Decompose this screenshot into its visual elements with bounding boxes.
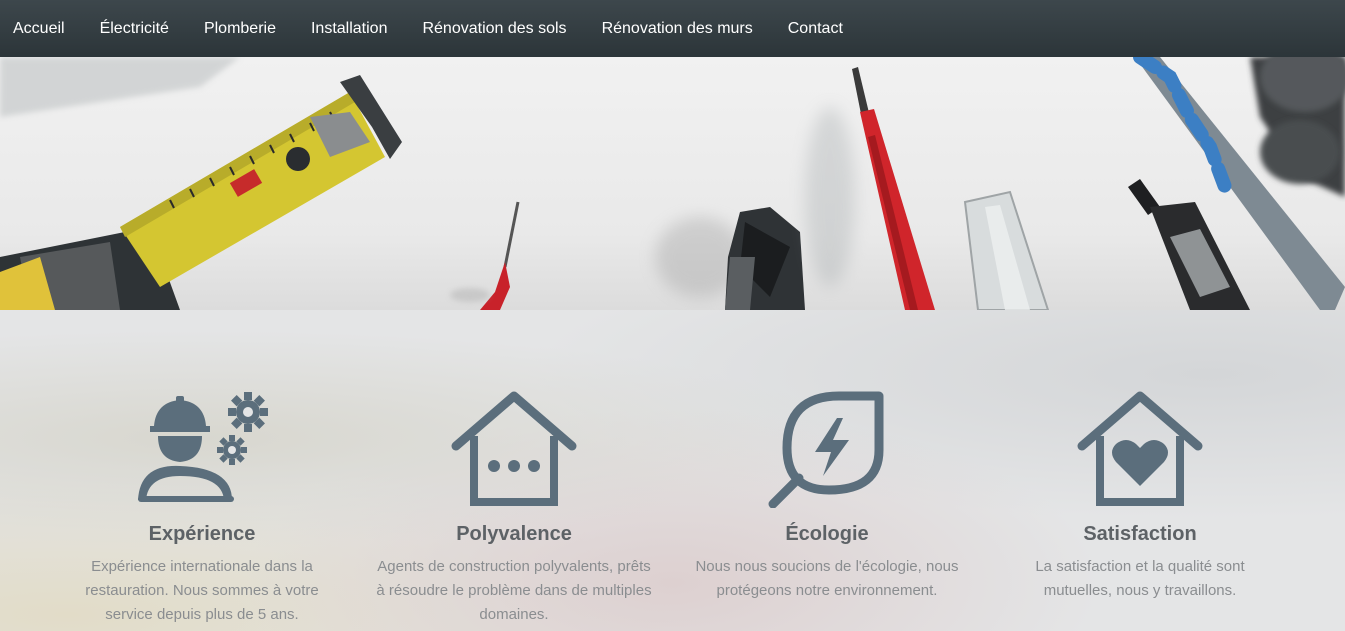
screwdriver [805, 67, 935, 310]
house-heart-icon [990, 390, 1290, 508]
bit-driver [1128, 179, 1250, 310]
feature-title: Écologie [785, 523, 869, 545]
nav-item-plomberie[interactable]: Plomberie [204, 20, 276, 37]
glove [1250, 57, 1345, 197]
feature-title: Polyvalence [456, 523, 572, 545]
hero-banner [0, 57, 1345, 310]
voltage-tester [963, 190, 1050, 310]
feature-title: Expérience [148, 523, 256, 545]
nav-item-renovation-sols[interactable]: Rénovation des sols [422, 20, 566, 37]
nav-item-installation[interactable]: Installation [311, 20, 388, 37]
house-dots-icon [364, 390, 664, 508]
tape-measure [0, 75, 402, 310]
feature-title: Satisfaction [1083, 523, 1197, 545]
feature-experience: Expérience Expérience internationale dan… [52, 390, 352, 627]
leaf-bolt-icon [677, 390, 977, 508]
worker-gears-icon [52, 390, 352, 508]
main-nav: Accueil Électricité Plomberie Installati… [0, 0, 1345, 57]
tools-hero-image [0, 57, 1345, 310]
feature-ecologie: Écologie Nous nous soucions de l'écologi… [677, 390, 977, 603]
nav-item-accueil[interactable]: Accueil [13, 20, 65, 37]
nav-item-contact[interactable]: Contact [788, 20, 843, 37]
nav-item-electricite[interactable]: Électricité [100, 20, 169, 37]
features-section: Expérience Expérience internationale dan… [0, 310, 1345, 631]
feature-satisfaction: Satisfaction La satisfaction et la quali… [990, 390, 1290, 603]
feature-text: Expérience internationale dans la restau… [85, 558, 319, 623]
feature-text: Nous nous soucions de l'écologie, nous p… [695, 558, 959, 599]
feature-polyvalence: Polyvalence Agents de construction polyv… [364, 390, 664, 627]
red-probe [450, 201, 520, 310]
feature-text: Agents de construction polyvalents, prêt… [376, 558, 652, 623]
feature-text: La satisfaction et la qualité sont mutue… [1035, 558, 1245, 599]
nav-item-renovation-murs[interactable]: Rénovation des murs [602, 20, 753, 37]
pliers [655, 207, 805, 310]
